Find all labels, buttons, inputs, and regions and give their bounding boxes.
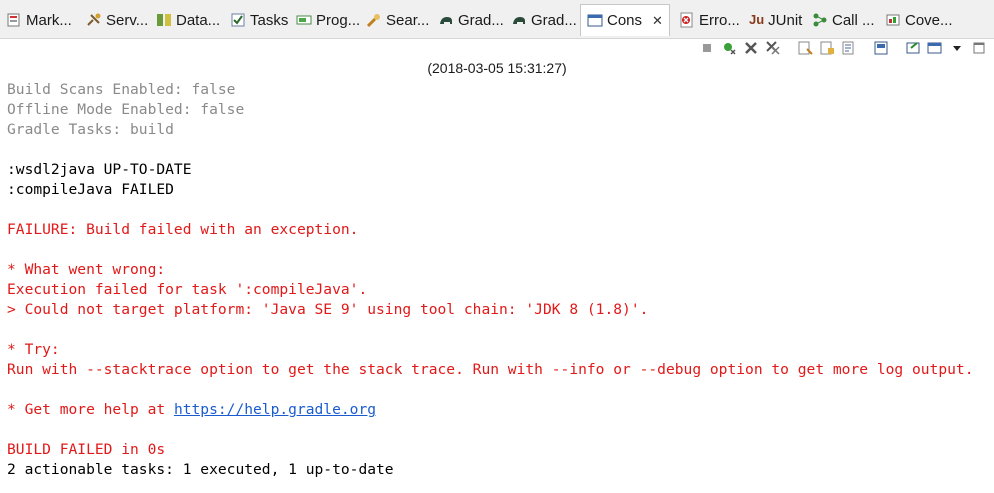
word-wrap-icon[interactable] xyxy=(840,39,858,57)
tab-console[interactable]: Cons ✕ xyxy=(580,4,670,36)
console-line-text: Run with --stacktrace option to get the … xyxy=(7,361,974,378)
chevron-down-icon[interactable] xyxy=(948,39,966,57)
scroll-lock-icon[interactable] xyxy=(818,39,836,57)
tasks-icon xyxy=(230,12,246,28)
tab-label: Cons xyxy=(607,12,643,29)
terminate-icon[interactable] xyxy=(698,39,716,57)
remove-all-icon[interactable] xyxy=(764,39,782,57)
console-line: * What went wrong: xyxy=(7,260,973,280)
tab-label: Cove... xyxy=(905,11,953,29)
console-line: Build Scans Enabled: false xyxy=(7,80,973,100)
console-line-text: :compileJava FAILED xyxy=(7,181,174,198)
tab-gradle-tasks[interactable]: Grad... xyxy=(438,6,504,34)
console-line-text: * Try: xyxy=(7,341,60,358)
tab-progress[interactable]: Prog... xyxy=(296,6,360,34)
tab-error-log[interactable]: Erro... xyxy=(679,6,740,34)
tab-label: Grad... xyxy=(458,11,504,29)
console-timestamp: (2018-03-05 15:31:27) xyxy=(427,60,567,76)
console-line: Gradle Tasks: build xyxy=(7,120,973,140)
tab-call-hierarchy[interactable]: Call ... xyxy=(812,6,875,34)
remove-launch-icon[interactable] xyxy=(720,39,738,57)
search-icon xyxy=(366,12,382,28)
console-line: 2 actionable tasks: 1 executed, 1 up-to-… xyxy=(7,460,973,480)
console-line-text: BUILD FAILED in 0s xyxy=(7,441,166,458)
servers-icon xyxy=(86,12,102,28)
tab-junit[interactable]: Ju JUnit xyxy=(749,6,802,34)
minimize-icon[interactable] xyxy=(970,39,988,57)
coverage-icon xyxy=(885,12,901,28)
tab-label: JUnit xyxy=(768,11,803,29)
console-line: BUILD FAILED in 0s xyxy=(7,440,973,460)
console-line: :compileJava FAILED xyxy=(7,180,973,200)
console-icon xyxy=(587,13,603,29)
console-line: :wsdl2java UP-TO-DATE xyxy=(7,160,973,180)
markers-icon xyxy=(6,12,22,28)
console-line-text: > Could not target platform: 'Java SE 9'… xyxy=(7,301,649,318)
tab-markers[interactable]: Mark... xyxy=(6,6,72,34)
help-link[interactable]: https://help.gradle.org xyxy=(174,401,376,418)
gradle-elephant-icon xyxy=(438,12,454,28)
tab-label: Sear... xyxy=(386,11,430,29)
console-line-text: :wsdl2java UP-TO-DATE xyxy=(7,161,192,178)
tab-label: Grad... xyxy=(531,11,577,29)
console-output[interactable]: Build Scans Enabled: false Offline Mode E… xyxy=(7,80,973,480)
tab-label: Serv... xyxy=(106,11,149,29)
tab-coverage[interactable]: Cove... xyxy=(885,6,953,34)
display-selected-console-icon[interactable] xyxy=(904,39,922,57)
view-tab-bar: Mark... Serv... Data... Tasks Prog... Se… xyxy=(0,0,994,39)
pin-console-icon[interactable] xyxy=(872,39,890,57)
tab-label: Erro... xyxy=(699,11,740,29)
console-line-text: Offline Mode Enabled: false xyxy=(7,101,245,118)
tab-data-source[interactable]: Data... xyxy=(156,6,220,34)
gradle-elephant-icon xyxy=(511,12,527,28)
close-icon[interactable]: ✕ xyxy=(652,13,663,29)
console-line-text: * Get more help at xyxy=(7,401,174,418)
console-line: FAILURE: Build failed with an exception. xyxy=(7,220,973,240)
remove-all-terminated-icon[interactable] xyxy=(742,39,760,57)
console-line: Execution failed for task ':compileJava'… xyxy=(7,280,973,300)
tab-tasks[interactable]: Tasks xyxy=(230,6,288,34)
console-line: * Try: xyxy=(7,340,973,360)
tab-label: Mark... xyxy=(26,11,72,29)
data-source-icon xyxy=(156,12,172,28)
call-hierarchy-icon xyxy=(812,12,828,28)
tab-servers[interactable]: Serv... xyxy=(86,6,148,34)
console-line-text: * What went wrong: xyxy=(7,261,166,278)
clear-console-icon[interactable] xyxy=(796,39,814,57)
console-line-text: Build Scans Enabled: false xyxy=(7,81,236,98)
open-console-icon[interactable] xyxy=(926,39,944,57)
console-line: > Could not target platform: 'Java SE 9'… xyxy=(7,300,973,320)
console-line-text: Execution failed for task ':compileJava'… xyxy=(7,281,368,298)
console-toolbar xyxy=(698,37,988,59)
console-line: Run with --stacktrace option to get the … xyxy=(7,360,973,380)
console-line: Offline Mode Enabled: false xyxy=(7,100,973,120)
error-log-icon xyxy=(679,12,695,28)
tab-search[interactable]: Sear... xyxy=(366,6,429,34)
progress-icon xyxy=(296,12,312,28)
junit-icon: Ju xyxy=(749,12,765,27)
tab-label: Prog... xyxy=(316,11,361,29)
console-line-text: Gradle Tasks: build xyxy=(7,121,174,138)
console-line-text: FAILURE: Build failed with an exception. xyxy=(7,221,359,238)
tab-label: Call ... xyxy=(832,11,875,29)
console-line: * Get more help at https://help.gradle.o… xyxy=(7,400,973,420)
console-line-text: 2 actionable tasks: 1 executed, 1 up-to-… xyxy=(7,461,394,478)
tab-gradle-executions[interactable]: Grad... xyxy=(511,6,577,34)
tab-label: Tasks xyxy=(250,11,289,29)
tab-label: Data... xyxy=(176,11,221,29)
